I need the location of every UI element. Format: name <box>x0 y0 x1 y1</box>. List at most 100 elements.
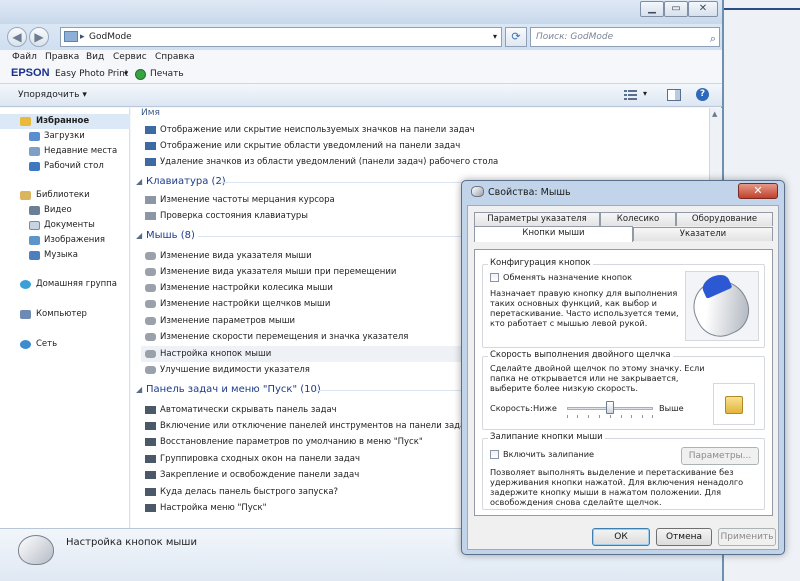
keyboard-icon <box>145 212 156 220</box>
organize-button[interactable]: Упорядочить ▾ <box>18 90 87 100</box>
list-item-label: Настройка меню "Пуск" <box>160 503 267 513</box>
list-item[interactable]: Удаление значков из области уведомлений … <box>141 154 701 170</box>
keyboard-icon <box>145 196 156 204</box>
description-line: папка не открывается или не закрывается, <box>490 373 679 383</box>
nav-documents[interactable]: Документы <box>0 218 130 233</box>
taskbar-icon <box>145 504 156 512</box>
close-button[interactable]: ✕ <box>738 183 778 199</box>
list-item-label: Изменение настройки щелчков мыши <box>160 299 331 309</box>
list-item[interactable]: Отображение или скрытие области уведомле… <box>141 138 701 154</box>
double-click-speed-group: Скорость выполнения двойного щелчка Сдел… <box>482 350 765 430</box>
nav-video-label: Видео <box>44 205 72 215</box>
nav-recent-places[interactable]: Недавние места <box>0 144 130 159</box>
address-bar[interactable]: ▸ GodMode ▾ <box>60 27 502 47</box>
cancel-button[interactable]: Отмена <box>656 528 712 546</box>
mouse-icon <box>471 186 484 197</box>
group-keyboard-label: Клавиатура (2) <box>146 176 226 187</box>
nav-downloads[interactable]: Загрузки <box>0 129 130 144</box>
click-lock-settings-button[interactable]: Параметры... <box>681 447 759 465</box>
taskbar-icon <box>145 158 156 166</box>
nav-computer-label: Компьютер <box>36 309 87 319</box>
tab-hardware[interactable]: Оборудование <box>676 212 773 226</box>
group-mouse-label: Мышь (8) <box>146 230 195 241</box>
preview-pane-icon[interactable] <box>667 89 681 101</box>
view-options-icon[interactable] <box>624 89 638 101</box>
nav-music[interactable]: Музыка <box>0 248 130 263</box>
taskbar-icon <box>145 422 156 430</box>
chevron-down-icon[interactable]: ▾ <box>493 28 497 46</box>
menu-tools[interactable]: Сервис <box>113 52 147 62</box>
minimize-button[interactable]: ▁ <box>640 1 664 17</box>
taskbar-icon <box>145 142 156 150</box>
nav-favorites-label: Избранное <box>36 116 90 126</box>
click-lock-checkbox[interactable] <box>490 450 499 459</box>
details-title: Настройка кнопок мыши <box>66 537 197 548</box>
nav-desktop[interactable]: Рабочий стол <box>0 159 130 174</box>
nav-homegroup[interactable]: Домашняя группа <box>0 277 130 292</box>
nav-documents-label: Документы <box>44 220 95 230</box>
tab-buttons[interactable]: Кнопки мыши <box>474 226 633 242</box>
menu-edit[interactable]: Правка <box>45 52 79 62</box>
list-item-label: Изменение вида указателя мыши <box>160 251 312 261</box>
easy-photo-print-button[interactable]: Easy Photo Print <box>55 69 128 79</box>
mouse-icon <box>145 317 156 325</box>
collapse-icon[interactable]: ◢ <box>136 174 142 190</box>
search-input[interactable]: Поиск: GodMode ⌕ <box>530 27 720 47</box>
scroll-up-icon[interactable]: ▲ <box>712 110 717 118</box>
swap-buttons-checkbox[interactable] <box>490 273 499 282</box>
tab-pointer-options[interactable]: Параметры указателя <box>474 212 600 226</box>
folder-icon <box>725 396 743 414</box>
list-item-label: Группировка сходных окон на панели задач <box>160 454 360 464</box>
maximize-button[interactable]: ▭ <box>664 1 688 17</box>
test-folder-area[interactable] <box>713 383 755 425</box>
list-item-selected[interactable]: Настройка кнопок мыши <box>141 346 471 362</box>
list-item-label: Проверка состояния клавиатуры <box>160 211 308 221</box>
speed-fast-label: Выше <box>659 403 684 413</box>
tab-pointers[interactable]: Указатели <box>633 227 773 241</box>
nav-music-label: Музыка <box>44 250 78 260</box>
menu-help[interactable]: Справка <box>155 52 195 62</box>
epson-logo: EPSON <box>11 67 50 79</box>
nav-favorites[interactable]: Избранное <box>0 114 130 129</box>
print-button[interactable]: Печать <box>150 69 184 79</box>
tab-wheel[interactable]: Колесико <box>600 212 676 226</box>
close-window-button[interactable]: ✕ <box>688 1 718 17</box>
slider-thumb[interactable] <box>606 401 614 414</box>
menu-file[interactable]: Файл <box>12 52 37 62</box>
libraries-icon <box>20 191 31 200</box>
desktop-icon <box>29 162 40 171</box>
list-item[interactable]: Отображение или скрытие неиспользуемых з… <box>141 122 701 138</box>
collapse-icon[interactable]: ◢ <box>136 228 142 244</box>
list-item-label: Автоматически скрывать панель задач <box>160 405 337 415</box>
apply-button[interactable]: Применить <box>718 528 776 546</box>
swap-buttons-label[interactable]: Обменять назначение кнопок <box>503 272 632 283</box>
description-line: Сделайте двойной щелчок по этому значку.… <box>490 363 705 373</box>
list-item-label: Улучшение видимости указателя <box>160 365 310 375</box>
list-item-label: Изменение частоты мерцания курсора <box>160 195 335 205</box>
documents-icon <box>29 221 40 230</box>
dialog-body: Параметры указателя Колесико Оборудовани… <box>467 205 779 550</box>
nav-video[interactable]: Видео <box>0 203 130 218</box>
epson-toolbar: EPSON Easy Photo Print ▾ Печать <box>0 66 722 83</box>
click-lock-label[interactable]: Включить залипание <box>503 449 594 460</box>
taskbar-icon <box>145 471 156 479</box>
menu-view[interactable]: Вид <box>86 52 104 62</box>
taskbar-icon <box>145 438 156 446</box>
collapse-icon[interactable]: ◢ <box>136 382 142 398</box>
help-icon[interactable]: ? <box>696 88 709 101</box>
nav-pictures[interactable]: Изображения <box>0 233 130 248</box>
refresh-button[interactable]: ⟳ <box>505 27 527 47</box>
column-header-name[interactable]: Имя <box>141 108 160 118</box>
nav-network[interactable]: Сеть <box>0 337 130 352</box>
search-icon[interactable]: ⌕ <box>710 30 716 48</box>
nav-network-label: Сеть <box>36 339 58 349</box>
nav-computer[interactable]: Компьютер <box>0 307 130 322</box>
back-button[interactable]: ◀ <box>7 27 27 47</box>
nav-libraries[interactable]: Библиотеки <box>0 188 130 203</box>
ok-button[interactable]: ОК <box>592 528 650 546</box>
chevron-down-icon[interactable]: ▾ <box>643 89 647 98</box>
forward-button[interactable]: ▶ <box>29 27 49 47</box>
description-line: Позволяет выполнять выделение и перетаск… <box>490 467 734 477</box>
chevron-down-icon[interactable]: ▾ <box>124 69 128 78</box>
pictures-icon <box>29 236 40 245</box>
